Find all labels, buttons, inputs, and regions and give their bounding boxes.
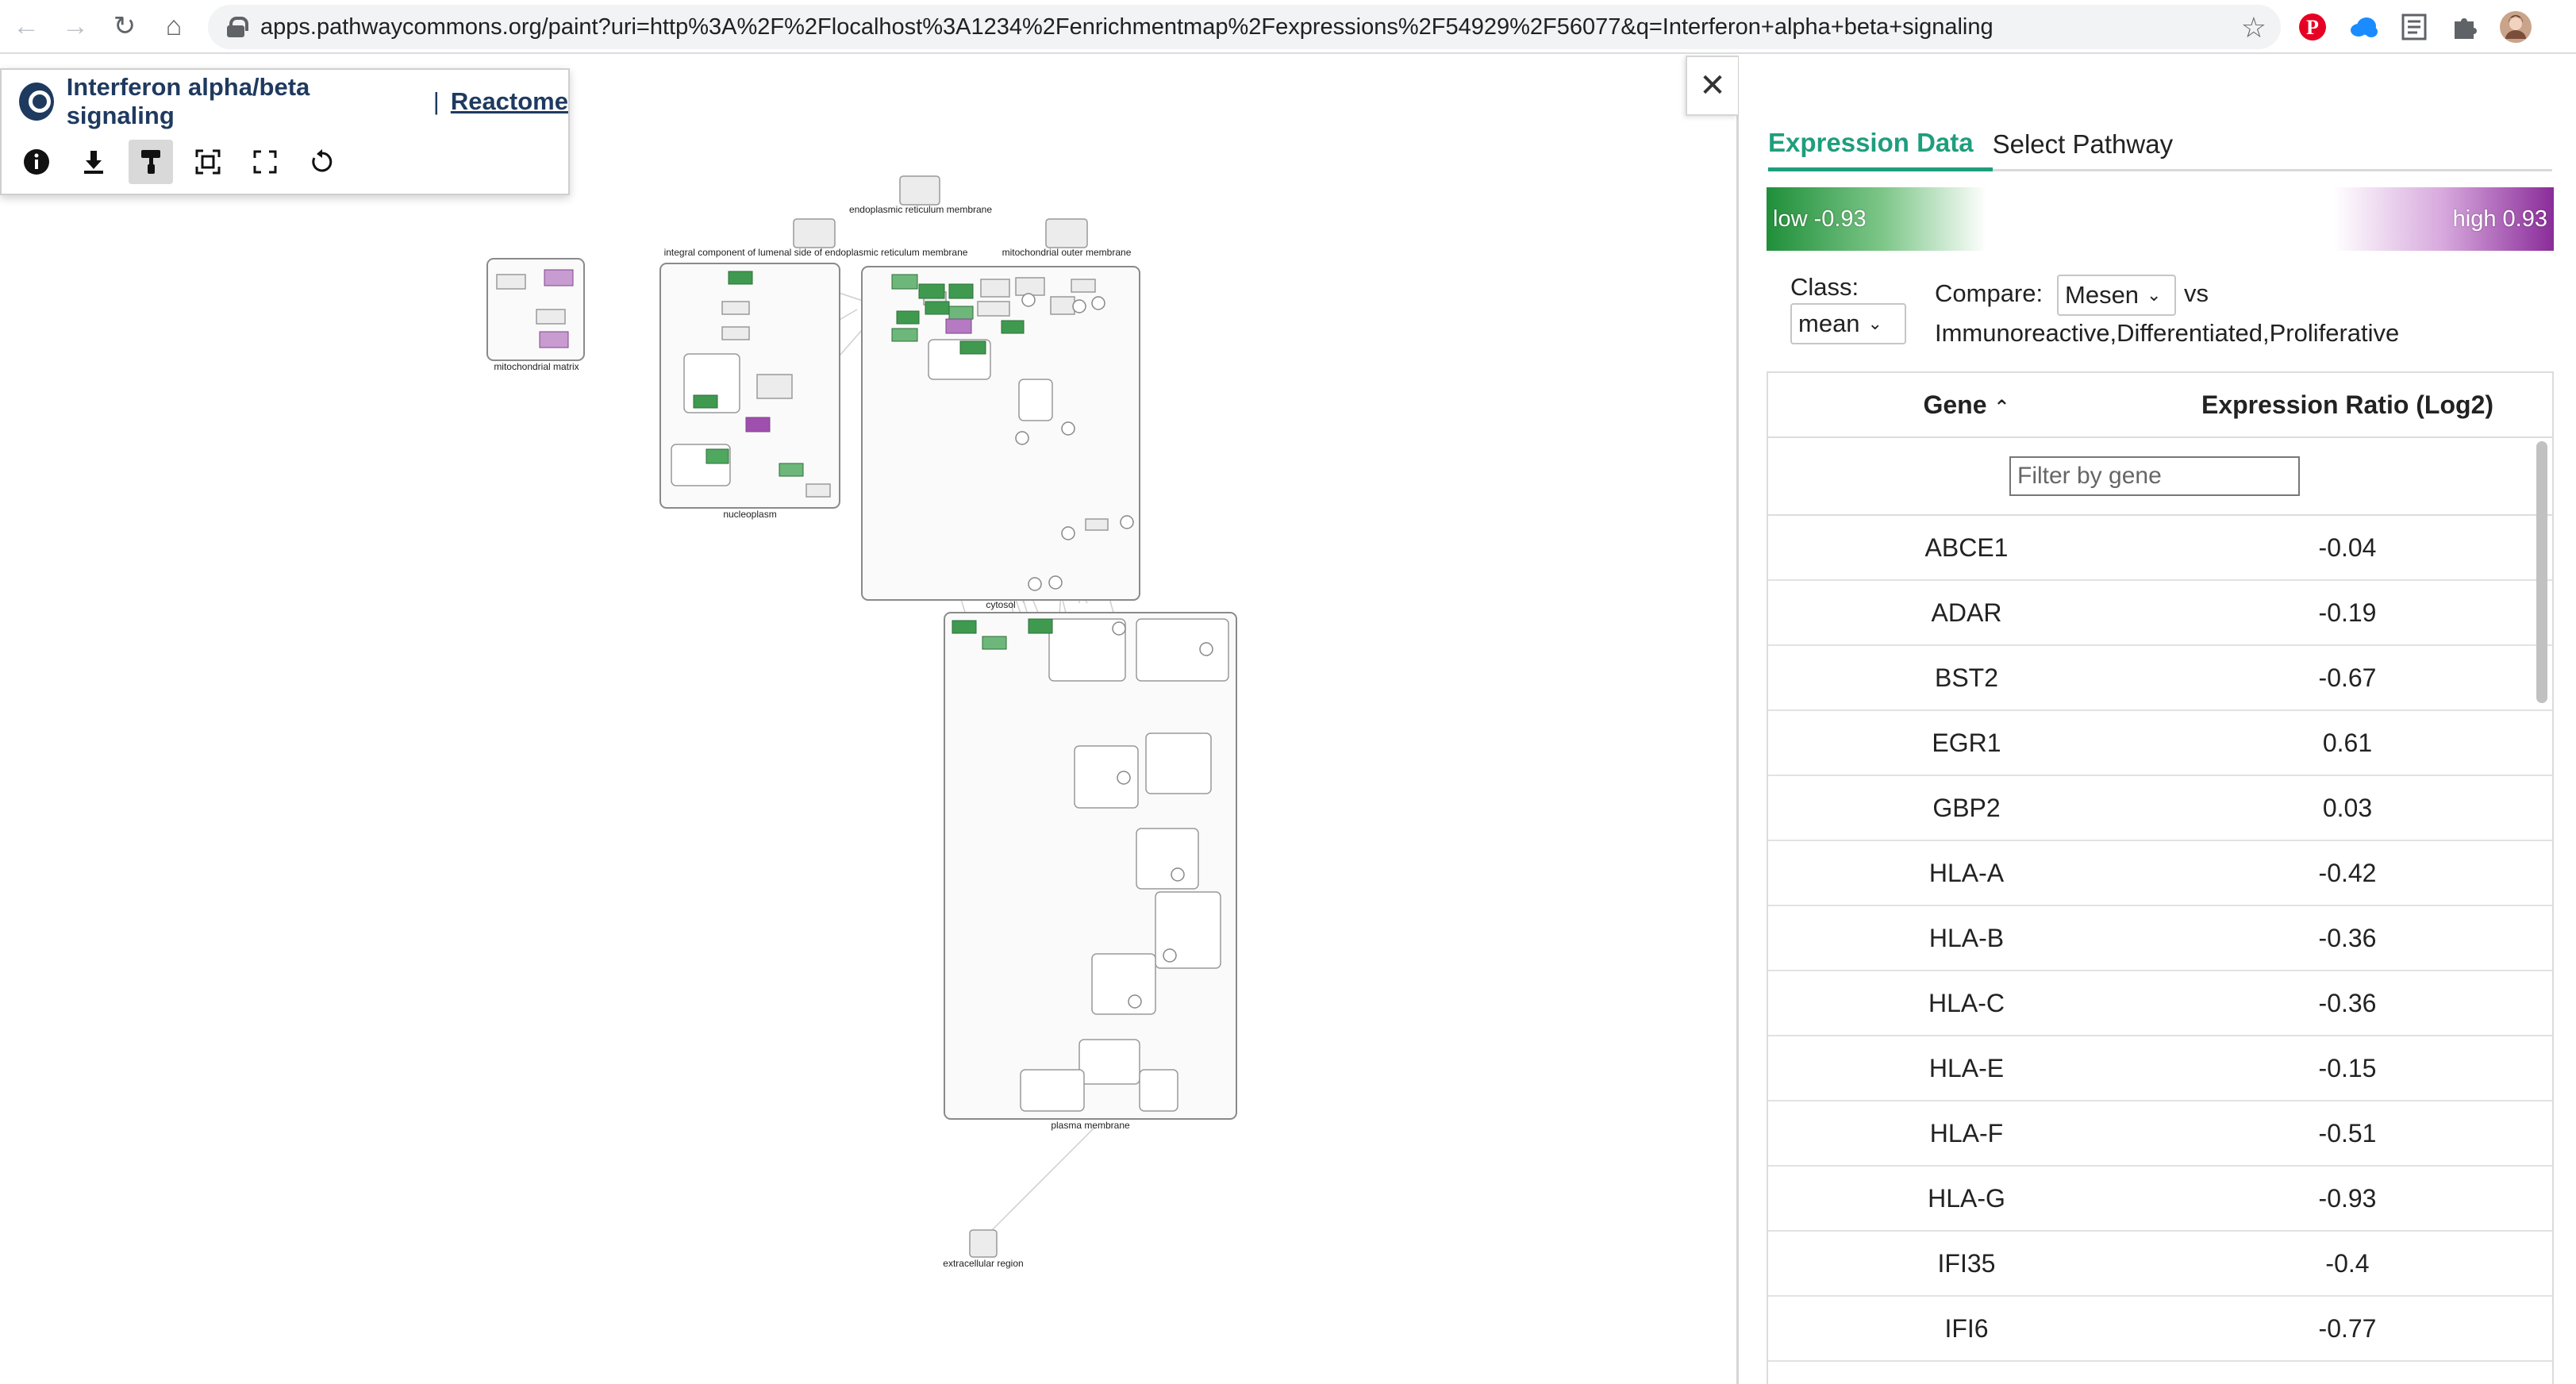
gene-filter-input[interactable]: [2009, 456, 2300, 496]
download-icon[interactable]: [71, 140, 116, 184]
fullscreen-icon[interactable]: [243, 140, 287, 184]
avatar[interactable]: [2498, 10, 2533, 44]
gene-cell: HLA-E: [1928, 1053, 2005, 1082]
table-row[interactable]: HLA-E -0.15: [1768, 1036, 2552, 1101]
table-row[interactable]: HLA-C -0.36: [1768, 971, 2552, 1036]
legend-high: high 0.93: [2452, 206, 2547, 232]
expression-cell: -0.77: [2318, 1313, 2377, 1343]
table-row[interactable]: HLA-G -0.93: [1768, 1167, 2552, 1232]
legend-low: low -0.93: [1773, 206, 1867, 232]
gene-cell: HLA-A: [1928, 858, 2005, 887]
filter-row: [1768, 438, 2552, 516]
pathway-diagram[interactable]: endoplasmic reticulum membrane integral …: [0, 0, 1736, 1384]
expression-cell: -0.19: [2318, 598, 2377, 627]
info-icon[interactable]: [14, 140, 59, 184]
gene-cell: HLA-G: [1928, 1183, 2005, 1213]
compare-label: Compare:: [1935, 279, 2043, 307]
table-row[interactable]: EGR1 0.61: [1768, 711, 2552, 776]
table-header: Gene ⌃ Expression Ratio (Log2): [1768, 373, 2552, 438]
pinterest-icon[interactable]: P: [2295, 10, 2330, 44]
table-row[interactable]: ADAR -0.19: [1768, 581, 2552, 646]
gene-cell: GBP2: [1932, 793, 2001, 822]
gene-cell: HLA-C: [1928, 988, 2005, 1017]
expression-cell: -0.67: [2318, 663, 2377, 692]
gene-cell: IFI6: [1944, 1313, 1989, 1343]
label-nucleoplasm: nucleoplasm: [723, 509, 776, 520]
bookmark-star-icon[interactable]: ☆: [2241, 11, 2266, 44]
pathway-title-panel: Interferon alpha/beta signaling | Reacto…: [0, 68, 570, 195]
close-sidepanel-button[interactable]: ✕: [1686, 56, 1738, 116]
expression-cell: 0.03: [2322, 793, 2373, 822]
table-row[interactable]: BST2 -0.67: [1768, 646, 2552, 711]
paint-icon[interactable]: [129, 140, 173, 184]
gene-cell: IFI35: [1937, 1248, 1996, 1278]
compare-vs: vs: [2184, 279, 2209, 307]
pathway-commons-logo-icon: [19, 83, 54, 121]
class-select[interactable]: mean ⌄: [1790, 303, 1906, 344]
table-row[interactable]: IFI35 -0.4: [1768, 1232, 2552, 1297]
table-row[interactable]: GBP2 0.03: [1768, 776, 2552, 841]
sidepanel-tabs: Expression Data Select Pathway: [1768, 117, 2552, 171]
svg-text:P: P: [2306, 16, 2319, 39]
expression-cell: -0.93: [2318, 1183, 2377, 1213]
table-body: ABCE1 -0.04 ADAR -0.19 BST2 -0.67 EGR1 0.61 GBP2…: [1768, 516, 2552, 1362]
label-er-lumenal: integral component of lumenal side of en…: [664, 247, 968, 258]
label-er-membrane: endoplasmic reticulum membrane: [849, 204, 992, 215]
chevron-down-icon: ⌄: [2147, 285, 2162, 305]
table-row[interactable]: HLA-B -0.36: [1768, 906, 2552, 971]
gene-cell: ABCE1: [1924, 532, 2009, 562]
gene-header-label: Gene: [1923, 390, 1987, 419]
tab-select-pathway[interactable]: Select Pathway: [1993, 117, 2192, 171]
reader-icon[interactable]: [2397, 10, 2432, 44]
table-row[interactable]: HLA-A -0.42: [1768, 841, 2552, 906]
gene-cell: EGR1: [1932, 728, 2001, 757]
pathway-title: Interferon alpha/beta signaling: [66, 73, 310, 129]
table-row[interactable]: ABCE1 -0.04: [1768, 516, 2552, 581]
expression-cell: -0.4: [2325, 1248, 2370, 1278]
tab-expression-data[interactable]: Expression Data: [1768, 117, 1993, 171]
puzzle-icon[interactable]: [2447, 10, 2482, 44]
title-row: Interferon alpha/beta signaling | Reacto…: [2, 70, 568, 133]
compare-select-value: Mesen: [2065, 281, 2140, 309]
gene-cell: HLA-B: [1928, 923, 2005, 952]
gene-cell: BST2: [1934, 663, 1999, 692]
close-icon: ✕: [1699, 68, 1726, 103]
label-extracellular: extracellular region: [943, 1258, 1023, 1269]
gene-cell: HLA-F: [1929, 1118, 2004, 1148]
source-link[interactable]: Reactome: [451, 87, 568, 116]
cloud-icon[interactable]: [2346, 10, 2381, 44]
fit-icon[interactable]: [186, 140, 230, 184]
expression-legend: low -0.93 high 0.93: [1767, 187, 2554, 251]
expression-column-header[interactable]: Expression Ratio (Log2): [2165, 390, 2530, 420]
label-cytosol: cytosol: [986, 599, 1015, 610]
class-label: Class:: [1790, 273, 1859, 301]
compare-groups: Immunoreactive,Differentiated,Proliferat…: [1935, 319, 2400, 347]
table-scrollbar[interactable]: [2536, 441, 2547, 703]
label-plasma-membrane: plasma membrane: [1051, 1120, 1130, 1131]
class-select-value: mean: [1798, 309, 1860, 337]
expression-cell: -0.36: [2318, 923, 2377, 952]
compare-select[interactable]: Mesen ⌄: [2057, 275, 2176, 316]
chevron-down-icon: ⌄: [1867, 313, 1882, 333]
reset-icon[interactable]: [300, 140, 344, 184]
toolbar: [2, 133, 568, 190]
expression-cell: -0.42: [2318, 858, 2377, 887]
sort-asc-icon: ⌃: [1994, 396, 2010, 418]
gene-column-header[interactable]: Gene ⌃: [1768, 390, 2165, 420]
expression-cell: -0.04: [2318, 532, 2377, 562]
expression-table: Gene ⌃ Expression Ratio (Log2) ABCE1 -0.0…: [1767, 371, 2554, 1384]
label-mito-matrix: mitochondrial matrix: [494, 361, 579, 372]
expression-cell: -0.36: [2318, 988, 2377, 1017]
expression-cell: 0.61: [2322, 728, 2373, 757]
gene-cell: ADAR: [1931, 598, 2002, 627]
expression-cell: -0.51: [2318, 1118, 2377, 1148]
title-separator: |: [433, 87, 440, 115]
table-row[interactable]: IFI6 -0.77: [1768, 1297, 2552, 1362]
expression-cell: -0.15: [2318, 1053, 2377, 1082]
table-row[interactable]: HLA-F -0.51: [1768, 1101, 2552, 1167]
label-mito-outer: mitochondrial outer membrane: [1002, 247, 1132, 258]
